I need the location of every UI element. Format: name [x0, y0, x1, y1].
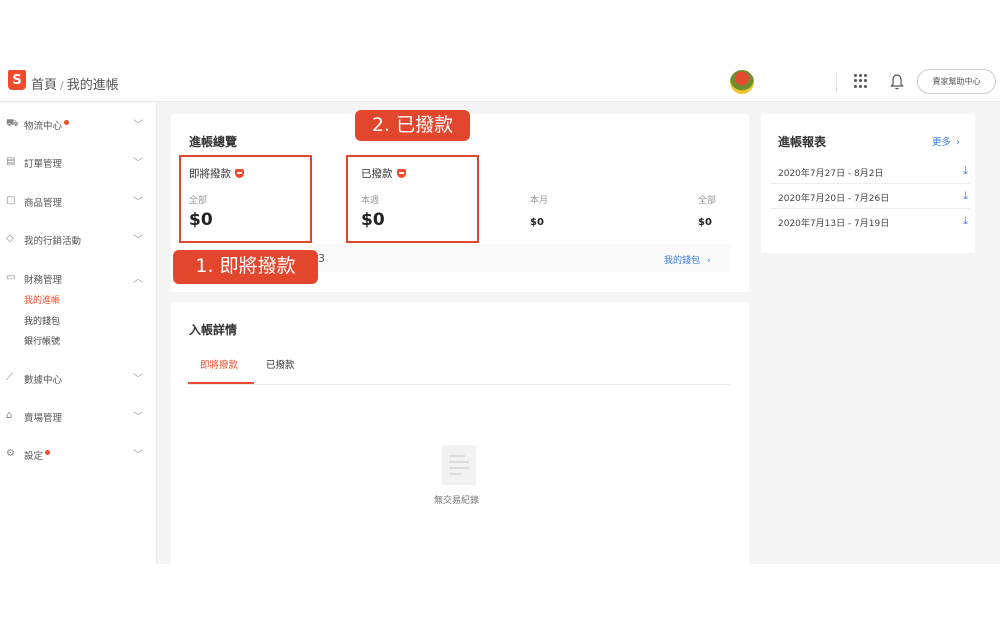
breadcrumb-separator: /	[60, 79, 64, 92]
released-month-label: 本月	[530, 196, 549, 206]
highlight-box-released	[346, 155, 479, 243]
my-wallet-link[interactable]: 我的錢包 ›	[664, 253, 711, 266]
sidebar-item-label: 賣場管理	[24, 413, 63, 424]
download-icon[interactable]: ⤓	[963, 164, 968, 178]
tab-pending[interactable]: 即將撥款	[200, 357, 238, 371]
box-icon: ▢	[6, 195, 16, 206]
sidebar-item-settings[interactable]: ⚙ 設定 ﹀	[0, 444, 157, 464]
reports-title: 進帳報表	[778, 135, 827, 149]
released-all-amount: $0	[698, 217, 712, 228]
overview-title: 進帳總覽	[189, 135, 238, 149]
income-details-card	[171, 302, 749, 564]
wallet-icon: ▭	[6, 272, 16, 283]
chevron-down-icon: ﹀	[133, 158, 143, 169]
sidebar-item-label: 訂單管理	[24, 159, 63, 170]
report-row: 2020年7月27日 - 8月2日 ⤓	[770, 159, 970, 184]
chevron-down-icon: ﹀	[133, 120, 143, 131]
sidebar: ⛟ 物流中心 ﹀ ▤ 訂單管理 ﹀ ▢ 商品管理 ﹀ ◇ 我的行銷活動 ﹀ ▭ …	[0, 103, 157, 564]
report-row: 2020年7月13日 - 7月19日 ⤓	[770, 209, 970, 234]
empty-document-icon	[442, 445, 476, 485]
chevron-up-icon: ︿	[133, 274, 143, 285]
callout-released: 2. 已撥款	[355, 110, 470, 141]
apps-grid-icon[interactable]	[854, 74, 868, 88]
shopee-logo-icon[interactable]: S	[8, 70, 26, 90]
wallet-balance-partial: 3	[318, 252, 325, 265]
top-bar: S 首頁 / 我的進帳 賣家幫助中心	[0, 62, 1000, 102]
sidebar-item-label: 商品管理	[24, 198, 63, 209]
app-frame: S 首頁 / 我的進帳 賣家幫助中心 ⛟ 物流中心 ﹀ ▤ 訂單管理 ﹀ ▢ 商品管…	[0, 62, 1000, 564]
sidebar-subitem-my-wallet[interactable]: 我的錢包	[24, 314, 60, 327]
gear-icon: ⚙	[6, 448, 15, 459]
sidebar-item-marketing[interactable]: ◇ 我的行銷活動 ﹀	[0, 229, 157, 249]
report-row: 2020年7月20日 - 7月26日 ⤓	[770, 184, 970, 209]
report-date-range: 2020年7月20日 - 7月26日	[778, 194, 890, 204]
chevron-down-icon: ﹀	[133, 450, 143, 461]
avatar[interactable]	[730, 70, 754, 94]
chevron-right-icon: ›	[956, 137, 960, 148]
tab-released[interactable]: 已撥款	[266, 357, 295, 371]
sidebar-item-data-center[interactable]: ⟋ 數據中心 ﹀	[0, 368, 157, 388]
released-month-amount: $0	[530, 217, 544, 228]
clipboard-icon: ▤	[6, 156, 16, 167]
sidebar-item-shop[interactable]: ⌂ 賣場管理 ﹀	[0, 406, 157, 426]
details-title: 入帳詳情	[189, 323, 238, 337]
sidebar-item-label: 數據中心	[24, 375, 63, 386]
report-date-range: 2020年7月13日 - 7月19日	[778, 219, 890, 229]
sidebar-item-finance[interactable]: ▭ 財務管理 ︿	[0, 268, 157, 288]
truck-icon: ⛟	[6, 118, 19, 129]
store-icon: ⌂	[6, 410, 13, 421]
chevron-down-icon: ﹀	[133, 374, 143, 385]
reports-more-link[interactable]: 更多 ›	[932, 134, 960, 148]
seller-help-center-button[interactable]: 賣家幫助中心	[917, 69, 996, 94]
sidebar-item-logistics[interactable]: ⛟ 物流中心 ﹀	[0, 114, 157, 134]
sidebar-item-label: 設定	[24, 451, 44, 462]
sidebar-item-orders[interactable]: ▤ 訂單管理 ﹀	[0, 152, 157, 172]
breadcrumb-current: 我的進帳	[66, 78, 119, 93]
released-all-label: 全部	[698, 196, 717, 206]
sidebar-subitem-my-income[interactable]: 我的進帳	[24, 293, 60, 306]
chart-icon: ⟋	[6, 372, 13, 383]
notification-dot	[64, 120, 70, 125]
sidebar-item-products[interactable]: ▢ 商品管理 ﹀	[0, 191, 157, 211]
download-icon[interactable]: ⤓	[963, 189, 968, 203]
breadcrumb: 首頁 / 我的進帳	[31, 74, 119, 93]
sidebar-item-label: 物流中心	[24, 121, 63, 132]
sidebar-subitem-bank-account[interactable]: 銀行帳號	[24, 334, 60, 347]
breadcrumb-home[interactable]: 首頁	[31, 78, 57, 93]
chevron-down-icon: ﹀	[133, 235, 143, 246]
callout-pending: 1. 即將撥款	[173, 250, 318, 284]
bell-icon[interactable]	[889, 73, 905, 91]
highlight-box-pending	[179, 155, 312, 243]
notification-dot	[45, 450, 51, 455]
sidebar-item-label: 我的行銷活動	[24, 236, 82, 247]
sidebar-item-label: 財務管理	[24, 275, 63, 286]
tag-icon: ◇	[6, 233, 14, 244]
tab-active-indicator	[188, 382, 254, 384]
divider	[836, 72, 837, 92]
download-icon[interactable]: ⤓	[963, 214, 968, 228]
report-date-range: 2020年7月27日 - 8月2日	[778, 169, 884, 179]
empty-state-text: 無交易紀錄	[434, 496, 480, 506]
chevron-down-icon: ﹀	[133, 412, 143, 423]
chevron-down-icon: ﹀	[133, 197, 143, 208]
tab-divider	[188, 384, 731, 385]
chevron-right-icon: ›	[707, 256, 711, 266]
